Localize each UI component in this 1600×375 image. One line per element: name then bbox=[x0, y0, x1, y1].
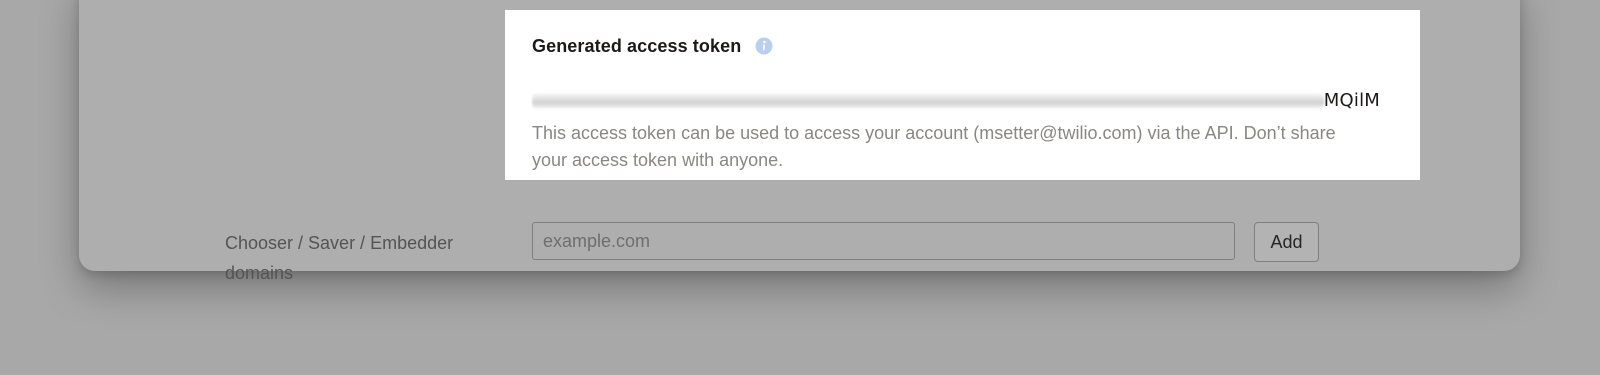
token-title: Generated access token bbox=[532, 35, 742, 56]
token-description: This access token can be used to access … bbox=[532, 123, 1336, 170]
token-header: Generated access token bbox=[532, 34, 1393, 58]
domain-input[interactable] bbox=[532, 222, 1235, 260]
domains-label: Chooser / Saver / Embedder domains bbox=[225, 233, 454, 283]
add-domain-button[interactable]: Add bbox=[1254, 222, 1319, 262]
screen: Chooser / Saver / Embedder domains Add G… bbox=[0, 0, 1600, 375]
access-token-field[interactable]: MQilM bbox=[532, 88, 1380, 112]
token-redacted-blur bbox=[532, 94, 1324, 108]
token-visible-suffix: MQilM bbox=[1323, 89, 1380, 111]
info-icon[interactable] bbox=[755, 37, 773, 55]
generated-token-panel: Generated access token MQilM This access… bbox=[505, 10, 1420, 180]
